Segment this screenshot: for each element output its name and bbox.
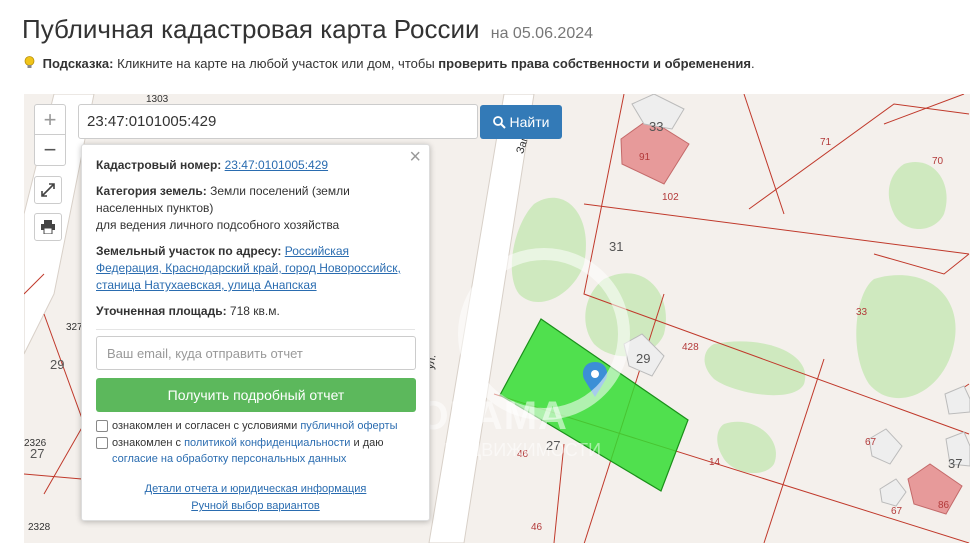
hint-label: Подсказка: xyxy=(42,56,114,71)
plot-number: 33 xyxy=(856,307,868,318)
get-report-button[interactable]: Получить подробный отчет xyxy=(96,378,416,412)
consent-privacy: ознакомлен с политикой конфиденциальност… xyxy=(96,435,415,467)
zoom-out-button[interactable]: − xyxy=(35,135,65,165)
consent-privacy-text: ознакомлен с политикой конфиденциальност… xyxy=(112,435,415,467)
plot-number: 428 xyxy=(682,342,699,353)
land-usage-value: для ведения личного подсобного хозяйства xyxy=(96,218,340,232)
search-button-label: Найти xyxy=(509,114,550,130)
consent-offer-label: ознакомлен и согласен с условиями xyxy=(112,420,301,432)
address-label: Земельный участок по адресу: xyxy=(96,244,282,258)
consent-offer-checkbox[interactable] xyxy=(96,420,108,432)
zoom-control: + − xyxy=(34,104,66,166)
public-offer-link[interactable]: публичной оферты xyxy=(300,420,397,432)
parcel-info-popup: × Кадастровый номер: 23:47:0101005:429 К… xyxy=(81,144,430,521)
plot-number: 46 xyxy=(531,522,543,533)
personal-data-consent-link[interactable]: согласие на обработку персональных данны… xyxy=(112,453,346,465)
search-button[interactable]: Найти xyxy=(480,105,562,139)
house-number: 29 xyxy=(50,357,65,372)
plot-number: 2328 xyxy=(28,522,51,533)
email-field[interactable]: Ваш email, куда отправить отчет xyxy=(96,336,416,370)
popup-links: Детали отчета и юридическая информация Р… xyxy=(82,481,429,515)
plot-number: 71 xyxy=(820,137,832,148)
report-details-link[interactable]: Детали отчета и юридическая информация xyxy=(82,481,429,498)
consent-offer-text: ознакомлен и согласен с условиями публич… xyxy=(112,418,398,434)
cadastral-number-label: Кадастровый номер: xyxy=(96,158,222,172)
house-number: 31 xyxy=(609,239,624,254)
land-category-row: Категория земель: Земли поселений (земли… xyxy=(96,183,415,234)
close-icon[interactable]: × xyxy=(409,147,421,167)
area-label: Уточненная площадь: xyxy=(96,304,227,318)
page-title: Публичная кадастровая карта России на 05… xyxy=(22,14,593,45)
consent-privacy-mid: и даю xyxy=(350,437,384,449)
zoom-in-button[interactable]: + xyxy=(35,105,65,135)
printer-icon xyxy=(41,220,55,234)
plot-number: 67 xyxy=(891,506,903,517)
cadastral-search-input[interactable] xyxy=(78,104,478,139)
search-icon xyxy=(492,115,506,129)
consent-privacy-label: ознакомлен с xyxy=(112,437,185,449)
consent-offer: ознакомлен и согласен с условиями публич… xyxy=(96,418,415,434)
area-row: Уточненная площадь: 718 кв.м. xyxy=(96,303,415,320)
cadastral-number-link[interactable]: 23:47:0101005:429 xyxy=(225,158,328,172)
cadastral-number-row: Кадастровый номер: 23:47:0101005:429 xyxy=(96,157,415,174)
page-title-text: Публичная кадастровая карта России xyxy=(22,14,480,44)
plot-number: 86 xyxy=(938,500,950,511)
fullscreen-button[interactable] xyxy=(34,176,62,204)
hint-end: . xyxy=(750,56,755,71)
house-number: 37 xyxy=(948,456,963,471)
page-date: на 05.06.2024 xyxy=(490,25,594,42)
manual-selection-link[interactable]: Ручной выбор вариантов xyxy=(82,498,429,515)
hint-line: Подсказка: Кликните на карте на любой уч… xyxy=(24,56,755,71)
lightbulb-icon xyxy=(24,56,35,68)
divider xyxy=(96,329,415,330)
hint-text: Кликните на карте на любой участок или д… xyxy=(113,56,439,71)
cadastral-map[interactable]: 33 31 29 27 37 29 27 91 102 71 70 428 33… xyxy=(24,94,970,543)
consent-privacy-checkbox[interactable] xyxy=(96,437,108,449)
privacy-policy-link[interactable]: политикой конфиденциальности xyxy=(184,437,350,449)
area-value: 718 кв.м. xyxy=(226,304,280,318)
land-category-label: Категория земель: xyxy=(96,184,207,198)
address-row: Земельный участок по адресу: Российская … xyxy=(96,243,415,294)
plot-number: 91 xyxy=(639,152,651,163)
plot-number: 2326 xyxy=(24,438,47,449)
expand-icon xyxy=(41,183,55,197)
plot-number: 102 xyxy=(662,192,679,203)
watermark-subtitle: НЕДВИЖИМОСТИ xyxy=(444,440,602,460)
print-button[interactable] xyxy=(34,213,62,241)
hint-emphasis: проверить права собственности и обремене… xyxy=(438,56,751,71)
house-number: 33 xyxy=(649,119,664,134)
plot-number: 14 xyxy=(709,457,721,468)
plot-number: 67 xyxy=(865,437,877,448)
house-number: 29 xyxy=(636,351,651,366)
plot-number: 70 xyxy=(932,156,944,167)
